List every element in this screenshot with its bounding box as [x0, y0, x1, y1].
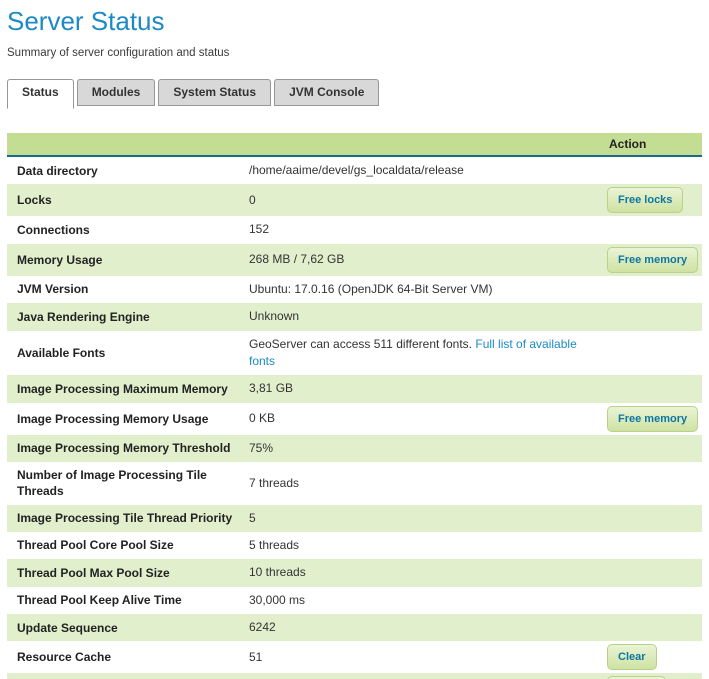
row-value: 3,81 GB [249, 381, 293, 395]
row-label: Image Processing Memory Usage [17, 412, 208, 426]
row-label: Image Processing Maximum Memory [17, 382, 228, 396]
tab-modules[interactable]: Modules [77, 79, 156, 106]
row-value: 75% [249, 441, 273, 455]
row-label: Thread Pool Core Pool Size [17, 538, 174, 552]
tab-label: System Status [173, 85, 256, 99]
row-image-processing-memory-threshold: Image Processing Memory Threshold 75% [7, 435, 702, 462]
row-thread-pool-keep-alive-time: Thread Pool Keep Alive Time 30,000 ms [7, 587, 702, 614]
free-memory-button[interactable]: Free memory [607, 406, 698, 432]
row-label: Locks [17, 193, 52, 207]
row-label: Resource Cache [17, 650, 111, 664]
row-value: 10 threads [249, 565, 306, 579]
row-value: Ubuntu: 17.0.16 (OpenJDK 64-Bit Server V… [249, 282, 492, 296]
row-label: Image Processing Tile Thread Priority [17, 511, 232, 525]
tab-label: Modules [92, 85, 141, 99]
clear-button[interactable]: Clear [607, 644, 657, 670]
row-label: JVM Version [17, 282, 88, 296]
tab-jvm-console[interactable]: JVM Console [274, 79, 379, 106]
row-label: Number of Image Processing Tile Threads [17, 468, 207, 498]
action-column-header: Action [601, 133, 702, 156]
row-memory-usage: Memory Usage 268 MB / 7,62 GB Free memor… [7, 244, 702, 276]
row-label: Image Processing Memory Threshold [17, 441, 230, 455]
row-value: /home/aaime/devel/gs_localdata/release [249, 163, 464, 177]
header-cell-empty-label [7, 133, 245, 156]
row-label: Connections [17, 223, 90, 237]
row-label: Memory Usage [17, 253, 102, 267]
row-resource-cache: Resource Cache 51 Clear [7, 641, 702, 673]
row-value: 0 [249, 193, 256, 207]
row-value: 6242 [249, 620, 276, 634]
row-value: 5 [249, 511, 256, 525]
tab-label: JVM Console [289, 85, 364, 99]
row-value: Unknown [249, 309, 299, 323]
server-status-page: Server Status Summary of server configur… [0, 0, 709, 679]
row-value: 7 threads [249, 476, 299, 490]
free-memory-button[interactable]: Free memory [607, 247, 698, 273]
row-available-fonts: Available Fonts GeoServer can access 511… [7, 331, 702, 376]
row-label: Available Fonts [17, 346, 105, 360]
row-label: Thread Pool Max Pool Size [17, 566, 170, 580]
row-number-of-image-processing-tile-threads: Number of Image Processing Tile Threads … [7, 462, 702, 504]
header-cell-empty-value [245, 133, 601, 156]
free-locks-button[interactable]: Free locks [607, 187, 683, 213]
row-value: 51 [249, 650, 262, 664]
row-thread-pool-max-pool-size: Thread Pool Max Pool Size 10 threads [7, 559, 702, 586]
page-subtitle: Summary of server configuration and stat… [7, 47, 702, 59]
row-image-processing-memory-usage: Image Processing Memory Usage 0 KB Free … [7, 403, 702, 435]
row-java-rendering-engine: Java Rendering Engine Unknown [7, 303, 702, 330]
row-label: Update Sequence [17, 621, 118, 635]
row-connections: Connections 152 [7, 216, 702, 243]
row-value: 30,000 ms [249, 593, 305, 607]
tab-label: Status [22, 85, 59, 99]
table-header-row: Action [7, 133, 702, 156]
row-label: Thread Pool Keep Alive Time [17, 593, 182, 607]
row-value: 268 MB / 7,62 GB [249, 252, 344, 266]
status-table: Action Data directory /home/aaime/devel/… [7, 133, 702, 679]
row-locks: Locks 0 Free locks [7, 184, 702, 216]
row-update-sequence: Update Sequence 6242 [7, 614, 702, 641]
row-thread-pool-core-pool-size: Thread Pool Core Pool Size 5 threads [7, 532, 702, 559]
row-label: Data directory [17, 164, 98, 178]
page-title: Server Status [7, 6, 702, 37]
tab-system-status[interactable]: System Status [158, 79, 271, 106]
row-value: GeoServer can access 511 different fonts… [249, 337, 472, 351]
row-jvm-version: JVM Version Ubuntu: 17.0.16 (OpenJDK 64-… [7, 276, 702, 303]
row-configuration-and-catalog: Configuration and catalog Reload [7, 673, 702, 679]
row-image-processing-tile-thread-priority: Image Processing Tile Thread Priority 5 [7, 505, 702, 532]
row-value: 5 threads [249, 538, 299, 552]
tab-bar: Status Modules System Status JVM Console [7, 79, 702, 109]
row-value: 152 [249, 222, 269, 236]
tab-status[interactable]: Status [7, 79, 74, 109]
row-data-directory: Data directory /home/aaime/devel/gs_loca… [7, 156, 702, 184]
row-image-processing-maximum-memory: Image Processing Maximum Memory 3,81 GB [7, 375, 702, 402]
row-value: 0 KB [249, 411, 275, 425]
row-label: Java Rendering Engine [17, 310, 150, 324]
